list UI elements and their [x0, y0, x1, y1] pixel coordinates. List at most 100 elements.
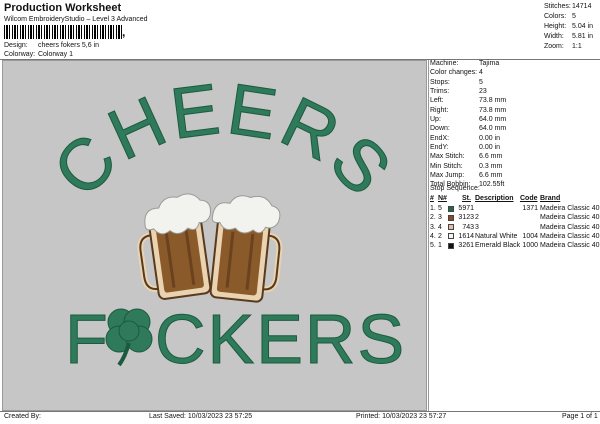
machine-label: Left: — [430, 97, 444, 105]
machine-row: Trims: 23 — [430, 87, 506, 96]
stat-value: 14714 — [572, 3, 592, 10]
machine-value: Tajima — [479, 60, 500, 67]
embroidery-artwork: CHEERS F CKERS — [38, 68, 407, 378]
stat-label: Width: — [544, 33, 564, 40]
shamrock-icon — [105, 308, 153, 367]
seq-stitches: 743 — [462, 223, 474, 231]
cheers-text: CHEERS — [38, 69, 407, 212]
seq-description: 3 — [475, 223, 479, 231]
left-beer-mug — [137, 193, 212, 300]
text-f: F — [65, 300, 108, 378]
seq-brand: Madeira Classic 40 — [540, 205, 600, 212]
seq-description: Emerald Black — [475, 242, 521, 250]
color-swatch — [448, 224, 454, 231]
machine-label: EndX: — [430, 134, 450, 142]
software-subtitle: Wilcom EmbroideryStudio – Level 3 Advanc… — [4, 16, 148, 23]
seq-brand: Madeira Classic 40 — [540, 223, 600, 231]
stop-sequence-title: Stop Sequence: — [430, 185, 480, 192]
right-beer-mug — [209, 195, 283, 303]
machine-row: Right: 73.8 mm — [430, 106, 506, 115]
seq-description: Natural White — [475, 232, 518, 240]
machine-row: EndX: 0.00 in — [430, 134, 506, 143]
seq-n: 3 — [438, 214, 442, 222]
seq-num: 3. — [430, 223, 436, 231]
seq-description: 2 — [475, 214, 479, 222]
machine-label: Down: — [430, 125, 450, 133]
colorway-label: Colorway: — [4, 51, 36, 58]
seq-brand: Madeira Classic 40 — [540, 242, 600, 250]
design-label: Design: — [4, 42, 28, 49]
machine-row: Down: 64.0 mm — [430, 124, 506, 133]
col-code: Code — [520, 195, 538, 202]
machine-value: 64.0 mm — [479, 116, 507, 124]
stat-value: 5.04 in — [572, 23, 594, 30]
machine-row: Stops: 5 — [430, 78, 506, 87]
color-swatch — [448, 214, 454, 221]
machine-row: EndY: 0.00 in — [430, 143, 506, 152]
machine-label: Stops: — [430, 78, 450, 86]
stat-label: Stitches: — [544, 3, 571, 10]
seq-num: 5. — [430, 242, 436, 250]
stat-zoom: Zoom: 1:1 — [544, 42, 593, 52]
machine-label: EndY: — [430, 144, 449, 152]
seq-brand: Madeira Classic 40 — [540, 232, 600, 240]
machine-label: Min Stitch: — [430, 162, 463, 170]
col-brand: Brand — [540, 195, 561, 202]
colorway-value: Colorway 1 — [37, 51, 73, 58]
seq-code: 1000 — [522, 242, 538, 250]
seq-num: 2. — [430, 214, 436, 222]
machine-row: Color changes: 4 — [430, 68, 506, 77]
seq-n: 2 — [438, 232, 442, 240]
machine-row: Left: 73.8 mm — [430, 96, 506, 105]
page-number: Page 1 of 1 — [562, 413, 598, 420]
design-stats: Stitches:14714 Colors: 5 Height: 5.04 in W… — [544, 2, 593, 52]
machine-value: 102.55ft — [479, 181, 505, 189]
design-preview: CHEERS F CKERS — [2, 60, 427, 411]
machine-value: 0.3 mm — [479, 162, 503, 170]
stop-sequence-row: 5. 1 3261 Emerald Black 1000 Madeira Classic … — [430, 241, 600, 250]
seq-stitches: 3123 — [458, 214, 474, 222]
machine-row: Max Stitch: 6.6 mm — [430, 152, 506, 161]
machine-value: 6.6 mm — [479, 153, 503, 161]
machine-value: 0.00 in — [479, 134, 501, 142]
stat-label: Zoom: — [544, 43, 564, 50]
machine-row: Max Jump: 6.6 mm — [430, 171, 506, 180]
stat-width: Width: 5.81 in — [544, 32, 593, 42]
seq-code: 1004 — [522, 232, 538, 240]
machine-row: Up: 64.0 mm — [430, 115, 506, 124]
machine-value: 73.8 mm — [479, 106, 507, 114]
col-num: # — [430, 195, 434, 202]
stat-value: 5 — [572, 13, 576, 20]
machine-value: 5 — [479, 78, 483, 86]
machine-value: 6.6 mm — [479, 172, 503, 180]
machine-label: Right: — [430, 106, 449, 114]
machine-label: Up: — [430, 116, 441, 124]
seq-stitches: 5971 — [458, 205, 474, 212]
barcode-comma: , — [122, 25, 126, 39]
machine-label: Trims: — [430, 88, 450, 96]
machine-value: 4 — [479, 69, 483, 77]
seq-stitches: 1614 — [458, 232, 474, 240]
panel-divider — [428, 60, 429, 412]
machine-label: Machine: — [430, 60, 459, 67]
color-swatch — [448, 233, 454, 240]
col-description: Description — [475, 195, 514, 202]
machine-row: Min Stitch: 0.3 mm — [430, 162, 506, 171]
stop-sequence-row: 1. 5 5971 1371 Madeira Classic 40 — [430, 204, 600, 213]
last-saved: Last Saved: 10/03/2023 23 57:25 — [149, 413, 253, 420]
seq-num: 4. — [430, 232, 436, 240]
machine-value: 64.0 mm — [479, 125, 507, 133]
machine-value: 23 — [479, 88, 487, 96]
barcode — [4, 25, 122, 39]
design-row: Design: cheers fokers 5,6 in — [4, 42, 99, 49]
machine-label: Color changes: — [430, 69, 478, 77]
machine-value: 73.8 mm — [479, 97, 507, 105]
seq-stitches: 3261 — [458, 242, 474, 250]
color-swatch — [448, 205, 454, 212]
seq-n: 4 — [438, 223, 442, 231]
worksheet-title: Production Worksheet — [4, 2, 122, 14]
stat-label: Height: — [544, 23, 567, 30]
stat-value: 5.81 in — [572, 33, 594, 40]
stop-sequence-row: 4. 2 1614 Natural White 1004 Madeira Classic … — [430, 232, 600, 241]
printed-date: Printed: 10/03/2023 23 57:27 — [356, 413, 447, 420]
